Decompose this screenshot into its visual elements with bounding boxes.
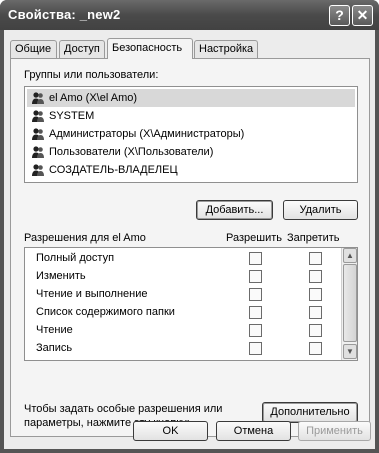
list-item[interactable]: Администраторы (X\Администраторы) <box>27 125 355 143</box>
dialog-body: Общие Доступ Безопасность Настройка Груп… <box>4 30 375 449</box>
allow-checkbox[interactable] <box>249 342 262 355</box>
deny-checkbox[interactable] <box>309 270 322 283</box>
permissions-list[interactable]: Полный доступ Изменить Чтение и выполнен… <box>24 247 358 361</box>
add-button[interactable]: Добавить... <box>196 200 273 220</box>
scroll-thumb[interactable] <box>343 264 357 342</box>
list-item[interactable]: Пользователи (X\Пользователи) <box>27 143 355 161</box>
table-row: Чтение <box>25 322 339 339</box>
permission-name: Изменить <box>36 270 86 282</box>
security-tab-panel: Группы или пользователи: el Amo (X\el Am… <box>10 58 370 437</box>
scroll-up-arrow-icon[interactable]: ▲ <box>343 248 357 263</box>
table-row: Чтение и выполнение <box>25 286 339 303</box>
groups-list[interactable]: el Amo (X\el Amo) SYSTEM Администраторы … <box>24 86 358 183</box>
table-row: Полный доступ <box>25 250 339 267</box>
list-item-label: el Amo (X\el Amo) <box>49 92 138 104</box>
tab-security[interactable]: Безопасность <box>107 38 193 59</box>
deny-checkbox[interactable] <box>309 306 322 319</box>
list-item-label: СОЗДАТЕЛЬ-ВЛАДЕЛЕЦ <box>49 164 178 176</box>
tab-customize[interactable]: Настройка <box>194 40 258 58</box>
permission-name: Чтение <box>36 324 73 336</box>
deny-column-header: Запретить <box>287 232 340 244</box>
users-icon <box>32 110 44 122</box>
list-item-label: SYSTEM <box>49 110 95 122</box>
table-row: Изменить <box>25 268 339 285</box>
tab-general[interactable]: Общие <box>10 40 57 58</box>
permission-name: Чтение и выполнение <box>36 288 148 300</box>
remove-button[interactable]: Удалить <box>283 200 358 220</box>
permission-name: Полный доступ <box>36 252 115 264</box>
table-row: Список содержимого папки <box>25 304 339 321</box>
window-title: Свойства: _new2 <box>8 7 121 22</box>
scroll-down-arrow-icon[interactable]: ▼ <box>343 344 357 359</box>
users-icon <box>32 92 44 104</box>
users-icon <box>32 128 44 140</box>
advanced-button[interactable]: Дополнительно <box>262 402 358 423</box>
groups-label: Группы или пользователи: <box>24 69 159 81</box>
list-item-label: Администраторы (X\Администраторы) <box>49 128 245 140</box>
allow-checkbox[interactable] <box>249 306 262 319</box>
deny-checkbox[interactable] <box>309 252 322 265</box>
help-button[interactable]: ? <box>329 5 350 26</box>
deny-checkbox[interactable] <box>309 324 322 337</box>
deny-checkbox[interactable] <box>309 288 322 301</box>
properties-dialog: Свойства: _new2 ? ✕ Общие Доступ Безопас… <box>0 0 379 453</box>
table-row: Запись <box>25 340 339 357</box>
users-icon <box>32 164 44 176</box>
list-item-label: Пользователи (X\Пользователи) <box>49 146 214 158</box>
permission-name: Список содержимого папки <box>36 306 175 318</box>
list-item[interactable]: SYSTEM <box>27 107 355 125</box>
permissions-title: Разрешения для el Amo <box>24 232 146 244</box>
allow-column-header: Разрешить <box>226 232 282 244</box>
list-item[interactable]: el Amo (X\el Amo) <box>27 89 355 107</box>
users-icon <box>32 146 44 158</box>
apply-button[interactable]: Применить <box>298 421 371 441</box>
deny-checkbox[interactable] <box>309 342 322 355</box>
cancel-button[interactable]: Отмена <box>216 421 291 441</box>
permission-name: Запись <box>36 342 73 354</box>
allow-checkbox[interactable] <box>249 324 262 337</box>
title-bar[interactable]: Свойства: _new2 ? ✕ <box>0 0 379 30</box>
permissions-scrollbar[interactable]: ▲ ▼ <box>341 248 357 360</box>
ok-button[interactable]: OK <box>133 421 208 441</box>
allow-checkbox[interactable] <box>249 288 262 301</box>
close-button[interactable]: ✕ <box>352 5 373 26</box>
allow-checkbox[interactable] <box>249 270 262 283</box>
allow-checkbox[interactable] <box>249 252 262 265</box>
list-item[interactable]: СОЗДАТЕЛЬ-ВЛАДЕЛЕЦ <box>27 161 355 179</box>
tab-sharing[interactable]: Доступ <box>59 40 105 58</box>
